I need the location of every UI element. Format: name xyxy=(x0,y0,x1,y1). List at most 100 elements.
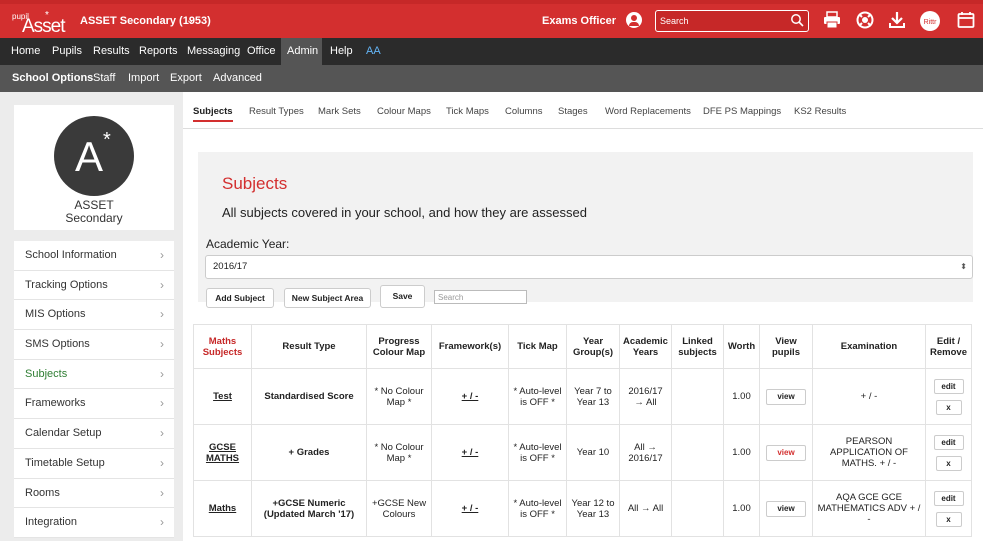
sidebar-item-tracking-options[interactable]: Tracking Options › xyxy=(14,271,174,301)
nav-home[interactable]: Home xyxy=(5,38,46,65)
sidebar-menu: School Information › Tracking Options › MI… xyxy=(14,241,174,538)
view-pupils-button[interactable]: view xyxy=(766,444,806,461)
framework-link[interactable]: + / - xyxy=(462,391,479,402)
tab-word-replacements[interactable]: Word Replacements xyxy=(605,106,691,117)
result-type: Standardised Score xyxy=(264,391,354,402)
header-examination: Examination xyxy=(812,324,926,369)
academic-year-select[interactable]: 2016/17 ⬍ xyxy=(205,255,973,279)
nav-office[interactable]: Office xyxy=(241,38,282,65)
support-icon[interactable] xyxy=(855,10,875,30)
page-title: Subjects xyxy=(222,174,288,193)
user-icon[interactable] xyxy=(626,12,642,28)
edit-button[interactable]: edit xyxy=(933,378,964,394)
save-button[interactable]: Save xyxy=(380,285,425,308)
page-description: All subjects covered in your school, and… xyxy=(222,205,587,220)
avatar-star: * xyxy=(103,129,111,151)
nav-messaging[interactable]: Messaging xyxy=(181,38,246,65)
header-year-groups: Year Group(s) xyxy=(566,324,620,369)
chevron-right-icon: › xyxy=(160,485,164,500)
calendar-icon[interactable] xyxy=(956,10,976,30)
subject-link[interactable]: Test xyxy=(213,391,232,402)
sidebar-item-rooms[interactable]: Rooms › xyxy=(14,479,174,509)
tab-result-types[interactable]: Result Types xyxy=(249,106,304,117)
tab-dfe-ps-mappings[interactable]: DFE PS Mappings xyxy=(703,106,781,117)
view-pupils-button[interactable]: view xyxy=(766,388,806,405)
user-role[interactable]: Exams Officer xyxy=(542,15,616,27)
ritter-icon[interactable]: Rittr xyxy=(919,10,941,32)
subnav-staff[interactable]: Staff xyxy=(93,65,115,92)
year-groups: Year 12 to Year 13 xyxy=(566,480,620,537)
remove-button[interactable]: x xyxy=(935,455,962,471)
logo-asset-text: Asset xyxy=(22,16,66,37)
chevron-right-icon: › xyxy=(160,337,164,352)
top-bar: pupil Asset * ASSET Secondary (1953) ⌄ E… xyxy=(0,0,983,38)
sidebar-item-subjects[interactable]: Subjects › xyxy=(14,360,174,390)
worth: 1.00 xyxy=(723,480,760,537)
sidebar-item-timetable-setup[interactable]: Timetable Setup › xyxy=(14,449,174,479)
table-search-input[interactable] xyxy=(434,290,527,304)
table-header-row: Maths Subjects Result Type Progress Colo… xyxy=(193,324,972,369)
result-type: +GCSE Numeric (Updated March '17) xyxy=(263,497,355,520)
view-pupils-button[interactable]: view xyxy=(766,500,806,517)
edit-button[interactable]: edit xyxy=(933,490,964,506)
header-academic-years: Academic Years xyxy=(619,324,672,369)
search-icon[interactable] xyxy=(790,13,804,27)
print-icon[interactable] xyxy=(822,10,842,30)
sidebar-item-mis-options[interactable]: MIS Options › xyxy=(14,300,174,331)
sidebar-item-label: Integration xyxy=(25,516,77,529)
chevron-right-icon: › xyxy=(160,396,164,411)
sidebar-item-label: Subjects xyxy=(25,367,68,380)
subnav-advanced[interactable]: Advanced xyxy=(213,65,262,92)
chevron-right-icon: › xyxy=(160,366,164,381)
tab-subjects[interactable]: Subjects xyxy=(193,106,233,122)
chevron-right-icon: › xyxy=(160,455,164,470)
remove-button[interactable]: x xyxy=(935,511,962,527)
tab-columns[interactable]: Columns xyxy=(505,106,543,117)
tab-tick-maps[interactable]: Tick Maps xyxy=(446,106,489,117)
tab-colour-maps[interactable]: Colour Maps xyxy=(377,106,431,117)
sidebar-item-label: School Information xyxy=(25,249,117,261)
new-subject-area-button[interactable]: New Subject Area xyxy=(284,288,371,308)
nav-reports[interactable]: Reports xyxy=(133,38,184,65)
sidebar-item-calendar-setup[interactable]: Calendar Setup › xyxy=(14,419,174,449)
nav-admin[interactable]: Admin xyxy=(281,38,322,65)
nav-pupils[interactable]: Pupils xyxy=(46,38,88,65)
subnav-import[interactable]: Import xyxy=(128,65,159,92)
sidebar-item-integration[interactable]: Integration › xyxy=(14,508,174,538)
subject-link[interactable]: GCSE MATHS xyxy=(206,442,239,464)
nav-help[interactable]: Help xyxy=(324,38,359,65)
chevron-down-icon[interactable]: ⌄ xyxy=(186,15,194,26)
chevron-right-icon: › xyxy=(160,277,164,292)
sidebar-item-label: Frameworks xyxy=(25,397,86,410)
subject-link[interactable]: Maths xyxy=(209,503,236,514)
download-icon[interactable] xyxy=(887,10,907,30)
sidebar-item-label: SMS Options xyxy=(25,338,90,351)
subnav-school-options[interactable]: School Options xyxy=(12,65,93,92)
add-subject-button[interactable]: Add Subject xyxy=(206,288,274,308)
remove-button[interactable]: x xyxy=(935,399,962,415)
edit-button[interactable]: edit xyxy=(933,434,964,450)
header-linked-subjects: Linked subjects xyxy=(671,324,724,369)
pupil-asset-logo[interactable]: pupil Asset * xyxy=(12,10,68,37)
sidebar-item-sms-options[interactable]: SMS Options › xyxy=(14,330,174,360)
framework-link[interactable]: + / - xyxy=(462,447,479,458)
school-card: A * ASSET Secondary xyxy=(14,105,174,230)
framework-link[interactable]: + / - xyxy=(462,503,479,514)
sidebar-item-school-information[interactable]: School Information › xyxy=(14,241,174,271)
school-avatar: A * xyxy=(54,116,134,196)
sidebar-item-label: Calendar Setup xyxy=(25,427,102,440)
tab-mark-sets[interactable]: Mark Sets xyxy=(318,106,361,117)
header-framework: Framework(s) xyxy=(431,324,509,369)
table-row: Maths +GCSE Numeric (Updated March '17) … xyxy=(193,480,972,537)
subnav-export[interactable]: Export xyxy=(170,65,202,92)
sidebar-item-frameworks[interactable]: Frameworks › xyxy=(14,389,174,420)
examination: PEARSON APPLICATION OF MATHS. + / - xyxy=(812,424,926,481)
nav-aa[interactable]: AA xyxy=(360,38,387,65)
global-search-input[interactable] xyxy=(660,14,785,28)
linked-subjects xyxy=(671,368,724,425)
linked-subjects xyxy=(671,424,724,481)
tab-ks2-results[interactable]: KS2 Results xyxy=(794,106,846,117)
logo-star: * xyxy=(45,10,49,21)
nav-results[interactable]: Results xyxy=(87,38,136,65)
tab-stages[interactable]: Stages xyxy=(558,106,588,117)
